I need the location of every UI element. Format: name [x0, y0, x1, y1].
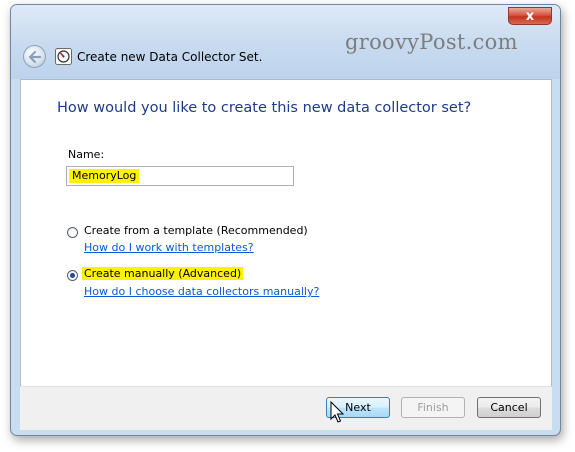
mouse-pointer-icon — [330, 400, 345, 429]
window-title: Create new Data Collector Set. — [77, 50, 263, 64]
templates-help-link[interactable]: How do I work with templates? — [84, 241, 254, 254]
manual-radio[interactable] — [67, 270, 78, 281]
button-bar: Next Finish Cancel — [20, 386, 552, 430]
cancel-button[interactable]: Cancel — [477, 397, 541, 418]
performance-monitor-icon — [55, 48, 72, 65]
collectors-help-link[interactable]: How do I choose data collectors manually… — [84, 285, 319, 298]
wizard-content: How would you like to create this new da… — [20, 79, 552, 387]
close-button[interactable]: x — [508, 7, 552, 25]
finish-button: Finish — [401, 397, 465, 418]
page-heading: How would you like to create this new da… — [57, 100, 472, 116]
name-field[interactable]: MemoryLog — [66, 166, 294, 186]
name-label: Name: — [68, 148, 105, 161]
template-option-label[interactable]: Create from a template (Recommended) — [84, 224, 308, 237]
watermark: groovyPost.com — [345, 30, 518, 54]
back-button[interactable] — [23, 45, 46, 68]
template-radio[interactable] — [67, 227, 78, 238]
dialog-window: x Create new Data Collector Set. How wou… — [10, 4, 561, 436]
name-value: MemoryLog — [69, 169, 140, 183]
manual-option-label[interactable]: Create manually (Advanced) — [82, 267, 244, 280]
